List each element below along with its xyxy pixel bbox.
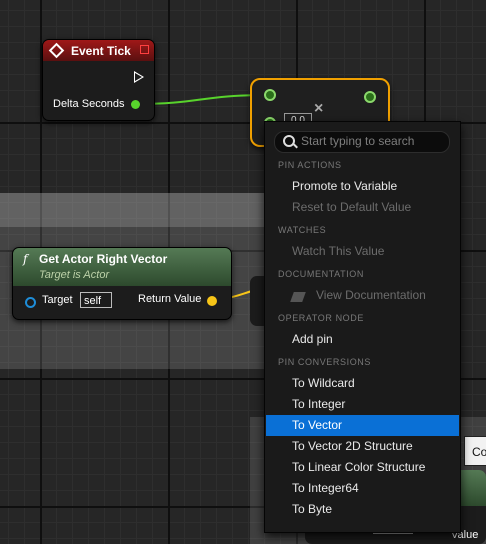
add-output-pin[interactable]: [364, 91, 376, 103]
search-icon: [283, 135, 295, 147]
section-pin-conversions: PIN CONVERSIONS: [278, 357, 446, 367]
to-wildcard-item[interactable]: To Wildcard: [266, 373, 459, 394]
to-vector-2d-item[interactable]: To Vector 2D Structure: [266, 436, 459, 457]
event-tick-node[interactable]: Event Tick Delta Seconds: [42, 39, 155, 121]
event-tick-header: Event Tick: [43, 40, 154, 61]
to-integer64-item[interactable]: To Integer64: [266, 478, 459, 499]
section-watches: WATCHES: [278, 225, 446, 235]
actor-node-title: Get Actor Right Vector: [39, 252, 168, 266]
target-self-field[interactable]: self: [80, 292, 112, 308]
delta-seconds-wire: [135, 94, 269, 105]
delta-seconds-label: Delta Seconds: [53, 98, 125, 110]
add-pin-item[interactable]: Add pin: [266, 329, 459, 350]
tooltip: Co: [464, 436, 486, 466]
actor-node-subtitle: Target is Actor: [39, 269, 110, 281]
promote-to-variable-item[interactable]: Promote to Variable: [266, 176, 459, 197]
watch-value-item: Watch This Value: [292, 244, 385, 258]
to-vector-item[interactable]: To Vector: [266, 415, 459, 436]
reset-default-item: Reset to Default Value: [292, 200, 412, 214]
search-input[interactable]: [301, 133, 441, 149]
section-documentation: DOCUMENTATION: [278, 269, 446, 279]
return-value-pin[interactable]: [207, 296, 217, 306]
multiply-icon: ×: [314, 100, 324, 117]
to-byte-item[interactable]: To Byte: [266, 499, 459, 520]
add-input-pin-a[interactable]: [264, 89, 276, 101]
target-pin[interactable]: [25, 297, 36, 308]
target-label: Target: [42, 294, 73, 306]
search-box[interactable]: [274, 131, 450, 153]
pin-context-menu[interactable]: PIN ACTIONS Promote to Variable Reset to…: [264, 121, 461, 533]
get-actor-right-vector-node[interactable]: f Get Actor Right Vector Target is Actor…: [12, 247, 232, 320]
return-value-label: Return Value: [138, 293, 202, 305]
event-diamond-icon: [48, 42, 65, 59]
view-documentation-item: View Documentation: [316, 288, 426, 302]
to-integer-item[interactable]: To Integer: [266, 394, 459, 415]
event-tick-title: Event Tick: [71, 43, 131, 58]
section-operator-node: OPERATOR NODE: [278, 313, 446, 323]
event-close-icon[interactable]: [140, 45, 149, 54]
actor-node-header: f Get Actor Right Vector Target is Actor: [13, 248, 231, 286]
to-linear-color-item[interactable]: To Linear Color Structure: [266, 457, 459, 478]
exec-out-pin-icon[interactable]: [134, 71, 144, 83]
section-pin-actions: PIN ACTIONS: [278, 160, 446, 170]
delta-seconds-pin[interactable]: [131, 100, 140, 109]
function-icon: f: [23, 252, 28, 266]
